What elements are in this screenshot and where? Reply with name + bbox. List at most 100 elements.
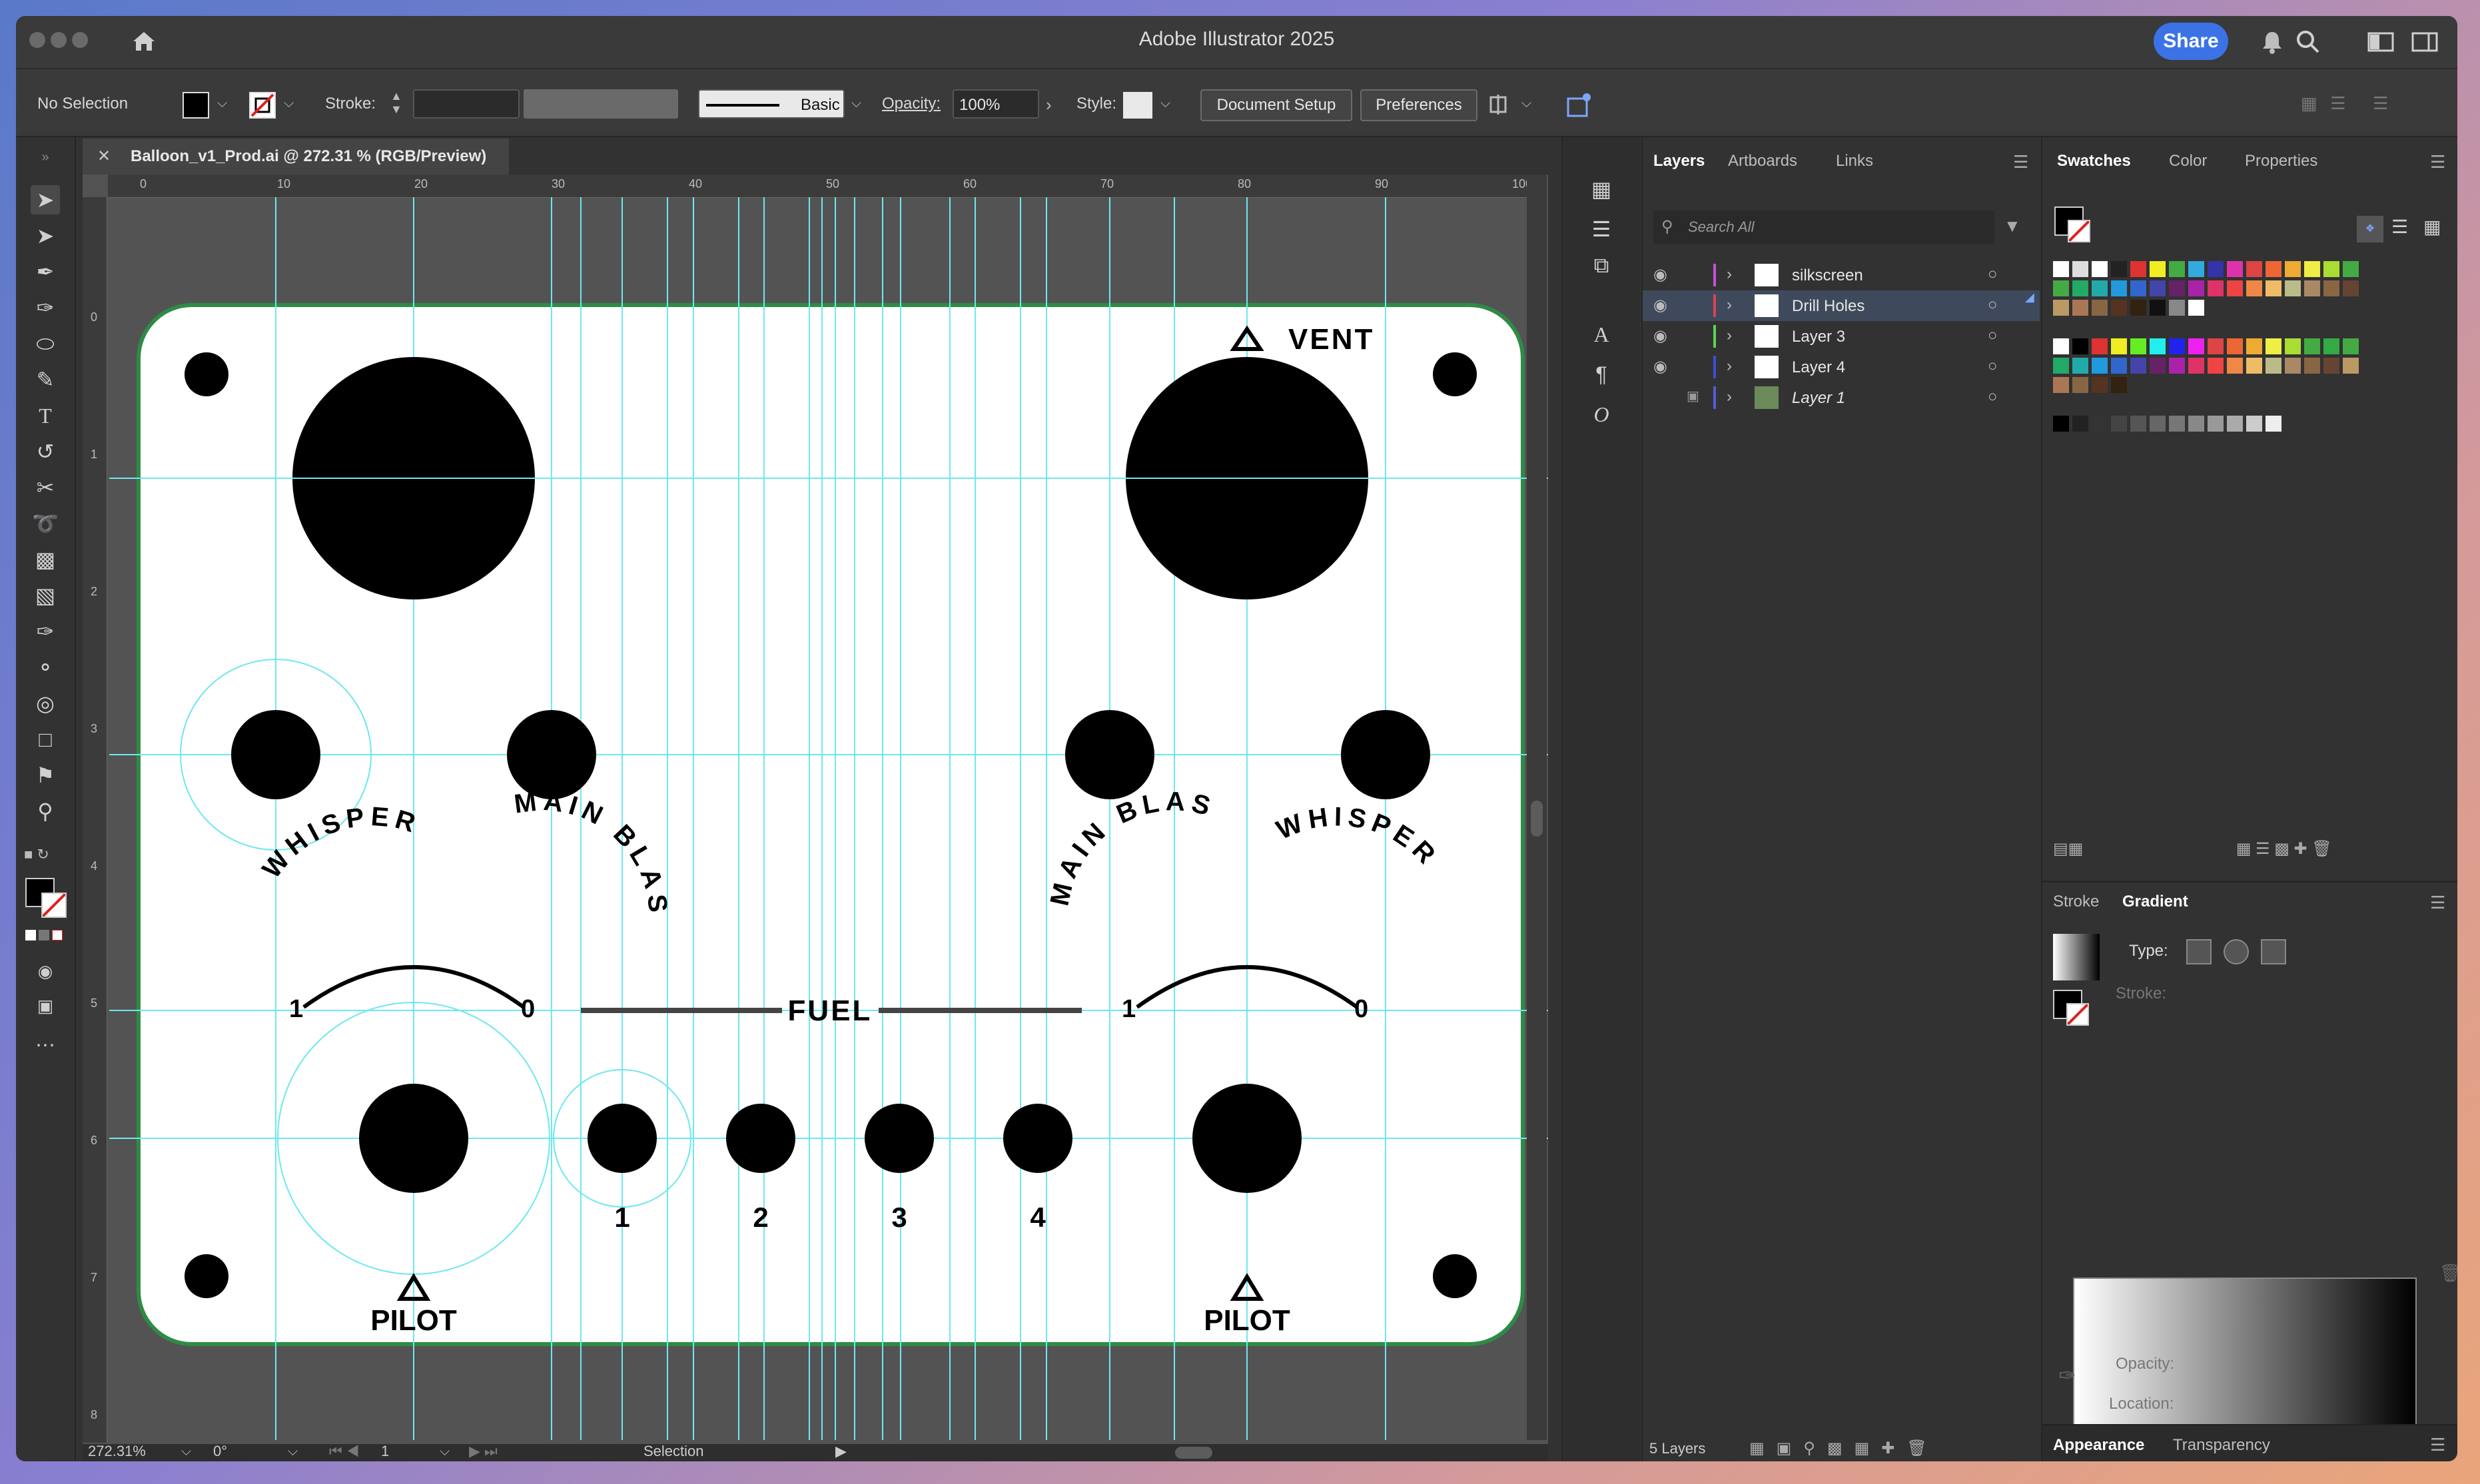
color-swatch[interactable]: [2323, 358, 2339, 374]
color-swatch[interactable]: [2246, 280, 2262, 296]
style-dropdown-icon[interactable]: ⌵: [1160, 96, 1170, 111]
ellipse-tool-icon[interactable]: ⬭: [31, 329, 60, 358]
opentype-panel-icon[interactable]: O: [1587, 400, 1616, 429]
artboard-dropdown-icon[interactable]: ⌵: [440, 1444, 450, 1459]
gradient-preview-swatch[interactable]: [2053, 934, 2100, 980]
align-options-icons[interactable]: ▦ ☰ ☰: [2301, 93, 2434, 117]
opacity-label[interactable]: Opacity:: [882, 89, 941, 119]
document-tab[interactable]: ✕ Balloon_v1_Prod.ai @ 272.31 % (RGB/Pre…: [83, 139, 509, 175]
layer-row-silkscreen[interactable]: ◉ › silkscreen ○: [1643, 260, 2040, 290]
color-swatch[interactable]: [2285, 280, 2301, 296]
tab-color[interactable]: Color: [2169, 152, 2207, 171]
color-swatch[interactable]: [2246, 261, 2262, 277]
arrange-documents-icon[interactable]: [1487, 92, 1513, 119]
linear-gradient-button[interactable]: [2186, 939, 2212, 964]
color-swatch[interactable]: [2130, 338, 2146, 354]
color-swatch[interactable]: [2092, 377, 2108, 393]
next-artboard-icon[interactable]: ▶ ⏭: [469, 1443, 498, 1460]
color-swatch[interactable]: [2053, 338, 2069, 354]
color-swatch[interactable]: [2130, 261, 2146, 277]
layer-row-layer-3[interactable]: ◉ › Layer 3 ○: [1643, 321, 2040, 352]
zoom-tool-icon[interactable]: ⚲: [31, 797, 60, 826]
rotate-tool-icon[interactable]: ↺: [31, 437, 60, 466]
color-swatch[interactable]: [2111, 261, 2127, 277]
radial-gradient-button[interactable]: [2224, 939, 2249, 964]
share-button[interactable]: Share: [2154, 23, 2228, 60]
color-swatch[interactable]: [2092, 358, 2108, 374]
tab-appearance[interactable]: Appearance: [2053, 1436, 2144, 1455]
color-swatch[interactable]: [2169, 338, 2185, 354]
color-swatch[interactable]: [2266, 416, 2281, 432]
color-swatch[interactable]: [2304, 280, 2320, 296]
canvas[interactable]: 0 10 20 30 40 50 60 70 80 90 100 0 1 2 3…: [83, 175, 1548, 1460]
color-swatch[interactable]: [2227, 358, 2243, 374]
color-swatch[interactable]: [2150, 338, 2166, 354]
color-swatch[interactable]: [2111, 377, 2127, 393]
tab-swatches[interactable]: Swatches: [2057, 152, 2131, 171]
color-swatch[interactable]: [2188, 261, 2204, 277]
layers-search-field[interactable]: ⚲ Search All: [1653, 210, 1994, 244]
color-swatch[interactable]: [2053, 280, 2069, 296]
list-view-icon[interactable]: ☰: [2391, 216, 2408, 238]
color-swatch[interactable]: [2150, 261, 2166, 277]
visibility-eye-icon[interactable]: ◉: [1653, 265, 1667, 284]
visibility-eye-icon[interactable]: ◉: [1653, 357, 1667, 376]
color-swatch[interactable]: [2285, 358, 2301, 374]
shape-builder-tool-icon[interactable]: ◎: [31, 689, 60, 718]
target-circle-icon[interactable]: ○: [1988, 296, 1998, 314]
target-circle-icon[interactable]: ○: [1988, 357, 1998, 376]
color-swatch[interactable]: [2111, 338, 2127, 354]
color-swatch[interactable]: [2150, 300, 2166, 316]
target-circle-icon[interactable]: ○: [1988, 326, 1998, 345]
color-swatch[interactable]: [2227, 261, 2243, 277]
color-swatch[interactable]: [2246, 358, 2262, 374]
color-swatch[interactable]: [2266, 261, 2281, 277]
workspace-icon[interactable]: [2367, 31, 2394, 53]
variable-width-profile[interactable]: [524, 89, 678, 119]
swap-fill-stroke-icon[interactable]: ■ ↻: [24, 846, 67, 873]
expand-chevron-icon[interactable]: ›: [1727, 326, 1732, 345]
stroke-stepper[interactable]: ▲ ▼: [390, 89, 404, 119]
color-swatch[interactable]: [2053, 261, 2069, 277]
lasso-tool-icon[interactable]: ➰: [31, 509, 60, 538]
gradient-stroke-indicator[interactable]: [2066, 1003, 2089, 1026]
screen-mode-icon[interactable]: ▣: [31, 991, 60, 1020]
color-swatch[interactable]: [2072, 377, 2088, 393]
color-swatch[interactable]: [2188, 358, 2204, 374]
scissors-tool-icon[interactable]: ✂: [31, 473, 60, 502]
color-swatch[interactable]: [2266, 338, 2281, 354]
more-tools-icon[interactable]: ⋯: [31, 1031, 60, 1060]
color-swatch[interactable]: [2072, 416, 2088, 432]
color-swatch[interactable]: [2169, 358, 2185, 374]
color-swatch[interactable]: [2111, 280, 2127, 296]
document-setup-button[interactable]: Document Setup: [1200, 89, 1352, 121]
color-swatch[interactable]: [2208, 261, 2224, 277]
tab-transparency[interactable]: Transparency: [2173, 1436, 2270, 1455]
grid-view-icon[interactable]: ▦: [2423, 216, 2441, 238]
blend-tool-icon[interactable]: ⚬: [31, 653, 60, 682]
target-circle-icon[interactable]: ○: [1988, 388, 1998, 406]
stroke-color-swatch[interactable]: [249, 92, 276, 119]
color-swatch[interactable]: [2130, 416, 2146, 432]
fill-dropdown-icon[interactable]: ⌵: [217, 96, 227, 111]
swatch-view-icon[interactable]: ❖: [2357, 216, 2383, 242]
color-swatch[interactable]: [2227, 338, 2243, 354]
contextual-taskbar-icon[interactable]: [1564, 89, 1595, 120]
zoom-dropdown-icon[interactable]: ⌵: [181, 1444, 191, 1459]
layers-panel-menu-icon[interactable]: ☰: [2013, 152, 2028, 173]
eyedropper-tool-icon[interactable]: ✑: [31, 617, 60, 646]
color-swatch[interactable]: [2285, 338, 2301, 354]
brush-dropdown-icon[interactable]: ⌵: [851, 96, 861, 111]
layer-name[interactable]: Drill Holes: [1792, 297, 1864, 316]
gradient-menu-icon[interactable]: ☰: [2430, 893, 2445, 913]
color-swatch[interactable]: [2323, 261, 2339, 277]
color-swatch[interactable]: [2343, 280, 2359, 296]
color-swatch[interactable]: [2053, 300, 2069, 316]
curvature-tool-icon[interactable]: ✑: [31, 293, 60, 322]
color-swatch[interactable]: [2323, 338, 2339, 354]
color-swatch[interactable]: [2208, 338, 2224, 354]
opacity-arrow-icon[interactable]: ›: [1046, 95, 1052, 115]
color-swatch[interactable]: [2092, 280, 2108, 296]
color-swatch[interactable]: [2111, 416, 2127, 432]
color-swatch[interactable]: [2266, 358, 2281, 374]
